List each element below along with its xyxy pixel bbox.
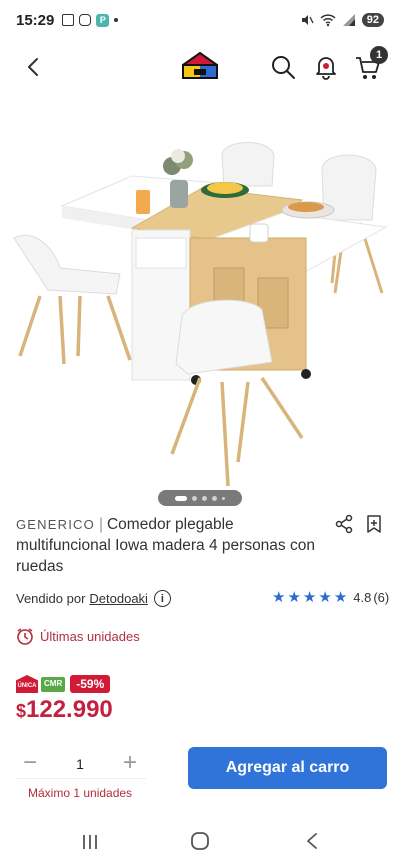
back-arrow-icon[interactable] [20,53,48,81]
carousel-dot[interactable] [212,495,217,501]
instagram-icon [79,14,92,26]
status-icons-right: 92 [300,13,384,27]
rating-count: (6) [373,590,390,605]
product-image[interactable] [0,128,400,488]
quantity-value[interactable]: 1 [70,756,90,772]
star-icon: ★ [287,589,301,606]
quantity-decrease-button[interactable]: − [18,751,42,776]
wifi-icon [320,14,336,27]
notifications-bell-icon[interactable] [313,54,339,80]
notification-dot-icon [114,18,119,22]
quantity-increase-button[interactable]: + [118,751,142,776]
status-time: 15:29 [16,11,55,29]
carousel-dot[interactable] [222,496,225,500]
stock-label: Últimas unidades [40,628,140,644]
search-icon[interactable] [270,54,296,80]
signal-icon [342,14,355,26]
mute-icon [301,15,314,25]
app-p-icon: P [96,13,110,27]
carousel-dot[interactable] [192,495,197,501]
title-separator: | [98,516,103,533]
clock-icon [17,628,33,645]
app-header: 1 [0,44,400,90]
cart-button[interactable]: 1 [354,46,388,82]
status-icons-left: P [62,13,119,27]
status-bar: 15:29 P 92 [0,0,400,40]
star-icon: ★ [272,589,286,606]
add-to-cart-button[interactable]: Agregar al carro [188,747,387,789]
stock-status: Últimas unidades [16,627,140,645]
rating-value: 4.8 [353,590,372,605]
unica-badge: ÚNICA [16,675,38,693]
product-rating[interactable]: ★ ★ ★ ★ ★ 4.8 (6) [272,590,389,605]
price-currency: $ [16,701,27,721]
product-brand[interactable]: GENERICO [16,517,95,532]
cart-count-badge: 1 [370,46,388,64]
store-logo[interactable] [180,50,220,82]
carousel-dot[interactable] [175,495,187,501]
screenshot-icon [62,14,75,26]
battery-level: 92 [361,13,384,27]
home-icon[interactable] [190,831,210,851]
star-icon: ★ [333,589,348,606]
carousel-dot[interactable] [202,495,207,501]
nav-back-icon[interactable] [302,831,322,851]
image-carousel-indicator[interactable] [158,490,242,506]
info-icon[interactable]: i [153,590,171,607]
discount-badge: -59% [70,675,111,693]
share-icon[interactable] [334,514,354,534]
cmr-badge: CMR [41,676,66,692]
system-nav-bar [0,822,400,866]
star-icon: ★ [302,589,317,606]
product-title-block: GENERICO | Comedor plegable multifuncional… [16,514,316,577]
price-badges: ÚNICA CMR -59% [16,675,111,693]
product-price: $122.990 [16,696,113,724]
seller-prefix: Vendido por [16,591,86,606]
seller-link[interactable]: Detodoaki [89,591,148,606]
bookmark-add-icon[interactable] [364,514,384,534]
recent-apps-icon[interactable] [80,832,100,852]
price-value: 122.990 [26,696,113,723]
quantity-underline [16,778,146,779]
quantity-limit-text: Máximo 1 unidades [28,786,133,800]
star-icon: ★ [318,589,332,606]
seller-row: Vendido por Detodoaki i [16,590,171,607]
